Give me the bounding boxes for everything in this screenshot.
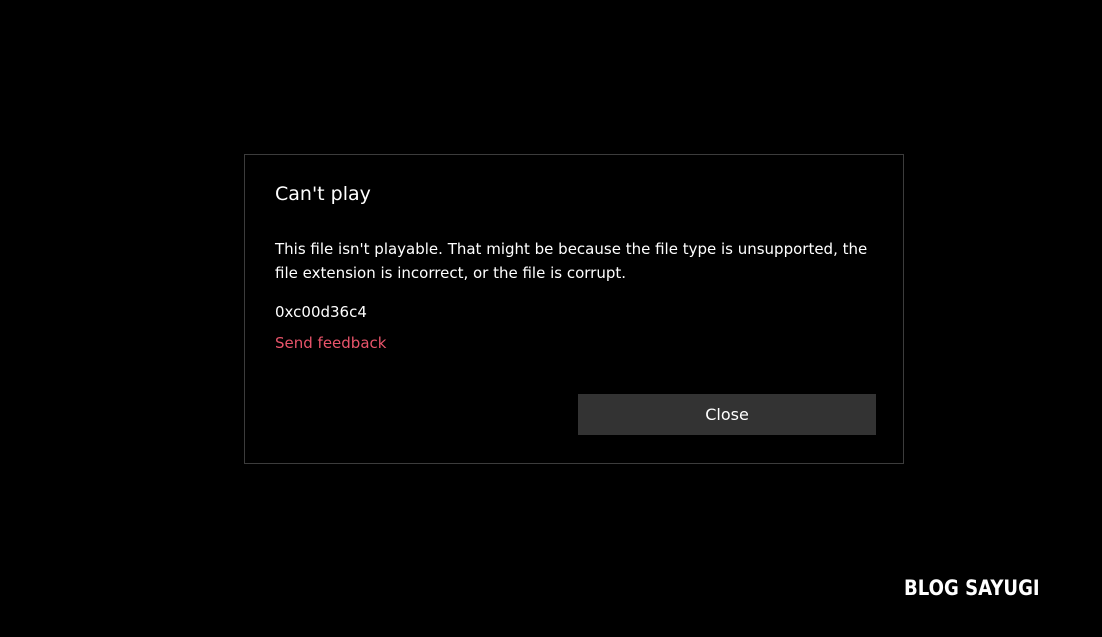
close-button[interactable]: Close xyxy=(578,394,876,435)
send-feedback-link[interactable]: Send feedback xyxy=(275,334,386,352)
error-code: 0xc00d36c4 xyxy=(275,303,367,321)
dialog-title: Can't play xyxy=(275,183,371,205)
cant-play-dialog: Can't play This file isn't playable. Tha… xyxy=(244,154,904,464)
dialog-message: This file isn't playable. That might be … xyxy=(275,240,868,282)
watermark: BLOG SAYUGI xyxy=(904,576,1040,600)
video-player-screen: Can't play This file isn't playable. Tha… xyxy=(0,0,1102,637)
